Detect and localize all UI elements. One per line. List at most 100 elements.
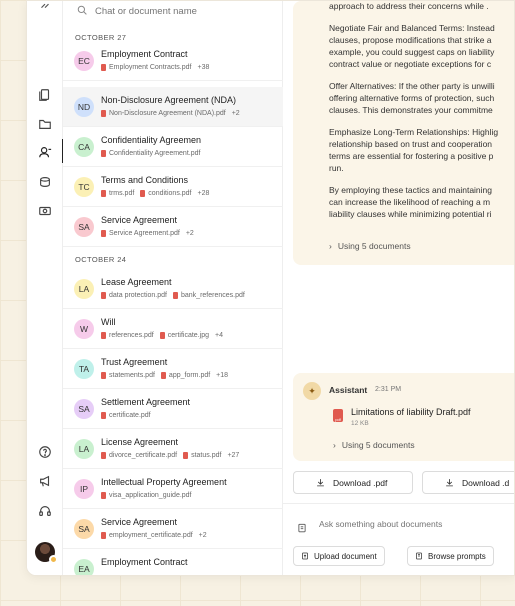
help-icon[interactable] <box>35 442 55 462</box>
pdf-icon <box>160 372 166 379</box>
file-chip: statements.pdf <box>101 372 155 379</box>
list-item[interactable]: EA Employment Contract <box>63 549 283 575</box>
document-size: 12 KB <box>351 420 369 427</box>
user-avatar[interactable] <box>35 542 58 564</box>
message-paragraph: Negotiate Fair and Balanced Terms: Inste… <box>329 22 498 70</box>
list-item[interactable]: EC Employment Contract Employment Contract… <box>63 41 283 81</box>
list-item[interactable]: IP Intellectual Property Agreement visa_ap… <box>63 469 283 509</box>
list-item[interactable]: W Will references.pdf certificate.jpg +4 <box>63 309 283 349</box>
file-chip: conditions.pdf <box>140 190 192 197</box>
initials-avatar: W <box>74 319 94 339</box>
message-paragraph: Emphasize Long-Term Relationships: Highl… <box>329 126 498 174</box>
message-line: contract value or negotiate exceptions f… <box>329 59 492 69</box>
item-files: data protection.pdf bank_references.pdf <box>101 292 245 299</box>
item-files: Employment Contracts.pdf +38 <box>101 64 209 71</box>
file-name: certificate.pdf <box>109 412 151 419</box>
pdf-tag: pdf <box>335 417 341 422</box>
more-count: +28 <box>197 190 210 197</box>
file-chip: employment_certificate.pdf <box>101 532 193 539</box>
using-documents-label: Using 5 documents <box>341 440 415 450</box>
item-title: Employment Contract <box>101 557 188 567</box>
browse-prompts-button[interactable]: Browse prompts <box>407 546 494 566</box>
item-title: Will <box>101 317 116 327</box>
message-paragraph: Offer Alternatives: If the other party i… <box>329 80 498 116</box>
documents-icon[interactable] <box>35 85 55 105</box>
item-title: Employment Contract <box>101 49 188 59</box>
item-files: employment_certificate.pdf +2 <box>101 532 207 539</box>
item-title: Intellectual Property Agreement <box>101 477 227 487</box>
file-chip: Confidentiality Agreement.pdf <box>101 150 200 157</box>
initials-avatar: TC <box>74 177 94 197</box>
initials-avatar: TA <box>74 359 94 379</box>
file-name: employment_certificate.pdf <box>109 532 193 539</box>
initials-avatar: LA <box>74 279 94 299</box>
folder-icon[interactable] <box>35 114 55 134</box>
headset-icon[interactable] <box>35 501 55 521</box>
money-icon[interactable] <box>35 201 55 221</box>
download-pdf-button[interactable]: Download .pdf <box>293 471 413 494</box>
upload-document-button[interactable]: Upload document <box>293 546 385 566</box>
pdf-icon <box>101 372 106 379</box>
item-title: Trust Agreement <box>101 357 168 367</box>
file-name: visa_application_guide.pdf <box>109 492 192 499</box>
item-files: trms.pdf conditions.pdf +28 <box>101 190 209 197</box>
list-item[interactable]: CA Confidentiality Agreemen Confidentialit… <box>63 127 283 167</box>
list-item[interactable]: SA Service Agreement employment_certificat… <box>63 509 283 549</box>
list-item[interactable]: LA License Agreement divorce_certificate.p… <box>63 429 283 469</box>
chat-panel: approach to address their concerns while… <box>283 1 514 575</box>
item-title: Service Agreement <box>101 215 178 225</box>
ask-input[interactable] <box>319 519 509 529</box>
collapse-icon[interactable] <box>35 1 55 15</box>
message-line: By employing these tactics and maintaini… <box>329 185 493 195</box>
pdf-icon <box>101 492 106 499</box>
item-title: Settlement Agreement <box>101 397 191 407</box>
pdf-icon <box>101 150 106 157</box>
pdf-icon <box>183 452 189 459</box>
file-name: references.pdf <box>109 332 154 339</box>
item-files: divorce_certificate.pdf status.pdf +27 <box>101 452 239 459</box>
pdf-icon <box>101 292 106 299</box>
more-count: +4 <box>215 332 223 339</box>
list-item[interactable]: TC Terms and Conditions trms.pdf conditions… <box>63 167 283 207</box>
initials-avatar: EC <box>74 51 94 71</box>
message-line: clauses. This demonstrates your commitme <box>329 105 493 115</box>
more-count: +27 <box>227 452 240 459</box>
item-title: Lease Agreement <box>101 277 172 287</box>
list-item[interactable]: LA Lease Agreement data protection.pdf bank… <box>63 269 283 309</box>
document-icon <box>297 520 307 538</box>
list-item[interactable]: SA Service Agreement Service Agreement.pdf… <box>63 207 283 247</box>
item-title: Terms and Conditions <box>101 175 189 185</box>
message-line: terms are essential for fostering a posi… <box>329 151 494 161</box>
chat-list-panel: OCTOBER 27 OCTOBER 24 ECEmployment Contr… <box>63 1 283 575</box>
message-line: Emphasize Long-Term Relationships: Highl… <box>329 127 499 137</box>
using-documents-toggle[interactable]: › Using 5 documents <box>329 241 411 251</box>
message-line: clauses, propose modifications that stri… <box>329 35 492 45</box>
list-item[interactable]: ND Non-Disclosure Agreement (NDA) Non-Disc… <box>63 87 283 127</box>
message-line: Offer Alternatives: If the other party i… <box>329 81 495 91</box>
book-icon <box>416 552 422 560</box>
file-name: divorce_certificate.pdf <box>109 452 178 459</box>
file-name: data protection.pdf <box>109 292 167 299</box>
chats-icon[interactable] <box>35 142 55 162</box>
megaphone-icon[interactable] <box>35 471 55 491</box>
status-dot <box>49 555 58 564</box>
file-chip: data protection.pdf <box>101 292 167 299</box>
more-count: +38 <box>197 64 210 71</box>
using-documents-label: Using 5 documents <box>337 241 411 251</box>
file-chip: Service Agreement.pdf <box>101 230 180 237</box>
list-item[interactable]: SA Settlement Agreement certificate.pdf <box>63 389 283 429</box>
document-name[interactable]: Limitations of liability Draft.pdf <box>351 407 471 417</box>
file-name: bank_references.pdf <box>181 292 245 299</box>
file-name: Confidentiality Agreement.pdf <box>109 150 201 157</box>
download-pdf-label: Download .pdf <box>333 477 388 488</box>
message-line: offering alternative forms of protection… <box>329 93 495 103</box>
stack-icon[interactable] <box>35 172 55 192</box>
assistant-message-card: approach to address their concerns while… <box>293 1 514 265</box>
file-name: Non-Disclosure Agreement (NDA).pdf <box>109 110 226 117</box>
using-documents-toggle[interactable]: › Using 5 documents <box>333 440 415 450</box>
search-input[interactable] <box>95 5 255 17</box>
download-doc-button[interactable]: Download .d <box>422 471 514 494</box>
initials-avatar: SA <box>74 519 94 539</box>
list-item[interactable]: TA Trust Agreement statements.pdf app_form.… <box>63 349 283 389</box>
message-line: can increase the likelihood of reaching … <box>329 197 491 207</box>
